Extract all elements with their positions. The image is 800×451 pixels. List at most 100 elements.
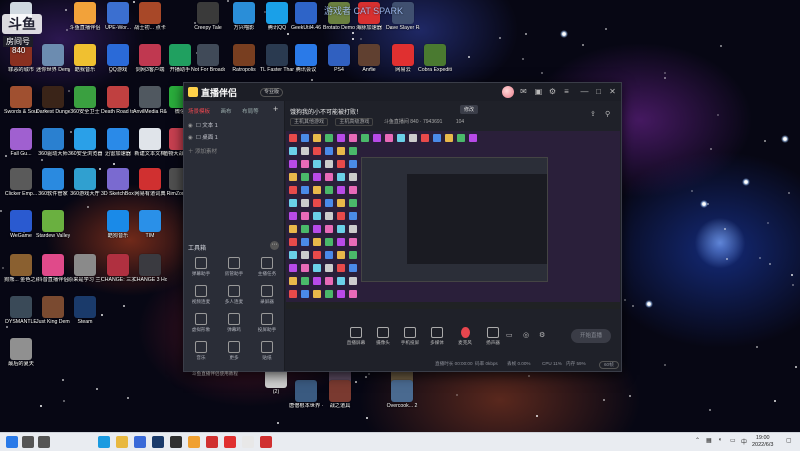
desktop-icon[interactable]: 迷你世界 Demo	[36, 44, 70, 73]
battery-icon[interactable]: ▭	[730, 437, 736, 444]
desktop-icon[interactable]: 战之道具	[323, 380, 357, 409]
tool-button[interactable]: 更多	[219, 341, 249, 361]
task-view-icon[interactable]	[38, 436, 50, 448]
desktop-icon[interactable]: AnvilMedia R&Central	[133, 86, 167, 115]
desktop-icon[interactable]: 酷狗音乐	[101, 210, 135, 239]
control-button[interactable]: 摄像头	[369, 327, 397, 346]
control-button[interactable]: 多媒体	[423, 327, 451, 346]
desktop-icon[interactable]: Steam	[68, 296, 102, 325]
store-icon[interactable]	[134, 436, 146, 448]
tool-button[interactable]: 投屏助手	[252, 313, 282, 333]
tutorial-link[interactable]: 斗鱼直播伴侣使用教程	[192, 371, 238, 377]
edition-badge[interactable]: 专业版	[260, 88, 284, 97]
desktop-icon[interactable]: Overcook... 2	[385, 380, 419, 409]
category-tag[interactable]: 主机高级游戏	[335, 118, 374, 126]
mode-icon[interactable]: ◎	[523, 331, 529, 339]
desktop-icon[interactable]: 360驱动大师	[36, 128, 70, 157]
taskbar-clock[interactable]: 19:00 2022/6/3	[752, 435, 773, 449]
desktop-icon[interactable]: 剑网3客户端	[133, 44, 167, 73]
minimize-icon[interactable]: —	[580, 87, 589, 96]
room-title[interactable]: 饿狗我的小不可能被打败！	[290, 107, 362, 116]
desktop-icon[interactable]: QQ游戏	[101, 44, 135, 73]
category-tag[interactable]: 主机其他游戏	[290, 118, 329, 126]
edit-title-button[interactable]: 修改	[460, 105, 479, 114]
desktop-icon[interactable]: Cobra Expedition	[418, 44, 452, 73]
desktop-icon[interactable]: 360安全卫士	[68, 86, 102, 115]
desktop-icon[interactable]: Darkest Dungeon	[36, 86, 70, 115]
tool-button[interactable]: 主播任务	[252, 257, 282, 277]
desktop-icon[interactable]: 狗熊... 金色之树	[4, 254, 38, 283]
ime-icon[interactable]: 中	[741, 437, 747, 446]
desktop-icon[interactable]: 万兴喵影	[227, 2, 261, 31]
desktop-icon[interactable]: 酷我音乐	[68, 44, 102, 73]
tool-button[interactable]: 弹幕助手	[186, 257, 216, 277]
message-icon[interactable]: ✉	[519, 87, 528, 96]
source-item[interactable]: ◉ ☐ 桌面 1	[188, 133, 218, 141]
desktop-icon[interactable]: 360游戏大厅	[68, 168, 102, 197]
fps-badge[interactable]: 60帧	[599, 361, 619, 369]
tool-button[interactable]: 虚拟形象	[186, 313, 216, 333]
desktop-icon[interactable]: Just King Demo	[36, 296, 70, 325]
edge-icon[interactable]	[98, 436, 110, 448]
desktop-icon[interactable]: CHANGE: 三次元家	[101, 254, 135, 283]
stream-preview[interactable]	[286, 131, 620, 309]
maximize-icon[interactable]: □	[594, 87, 603, 96]
tab-layout[interactable]: 布局等	[242, 109, 259, 115]
toolbox-more-icon[interactable]: ⋯	[270, 241, 279, 250]
douyu-icon[interactable]	[188, 436, 200, 448]
explorer-icon[interactable]	[116, 436, 128, 448]
settings-icon[interactable]: ⚙	[548, 87, 557, 96]
skin-icon[interactable]: ▣	[534, 87, 543, 96]
desktop-icon[interactable]: 360安全浏览器	[68, 128, 102, 157]
config-icon[interactable]: ⚙	[539, 331, 545, 339]
desktop-icon[interactable]: PS4	[322, 44, 356, 73]
eye-icon[interactable]: ◉	[188, 135, 193, 141]
desktop-icon[interactable]: Not For Broadcast	[191, 44, 225, 73]
obs-icon[interactable]	[170, 436, 182, 448]
start-icon[interactable]	[6, 436, 18, 448]
desktop-icon[interactable]: CHANGE 3 Homeless...	[133, 254, 167, 283]
desktop-icon[interactable]: Ratropolis	[227, 44, 261, 73]
desktop-icon[interactable]: 360软件管家	[36, 168, 70, 197]
desktop-icon[interactable]: Swords & Souls Ne...	[4, 86, 38, 115]
notification-icon[interactable]: ▢	[786, 437, 792, 444]
eye-icon[interactable]: ◉	[188, 123, 193, 129]
control-button[interactable]: 直播屏幕	[342, 327, 370, 346]
desktop-icon[interactable]: Clicker Emp...	[4, 168, 38, 197]
wegame-icon[interactable]	[206, 436, 218, 448]
camera-mode-icon[interactable]: ▭	[506, 331, 513, 339]
desktop-icon[interactable]: Creepy Tale	[191, 2, 225, 31]
tool-icon[interactable]	[242, 436, 254, 448]
desktop-icon[interactable]: 新建文本文档	[133, 128, 167, 157]
menu-icon[interactable]: ≡	[562, 87, 571, 96]
tool-button[interactable]: 多人连麦	[219, 285, 249, 305]
desktop-icon[interactable]: Annie	[352, 44, 386, 73]
tool-button[interactable]: 录屏器	[252, 285, 282, 305]
desktop-icon[interactable]: Stardew Valley	[36, 210, 70, 239]
desktop-icon[interactable]: DYSMANTLE	[4, 296, 38, 325]
desktop-icon[interactable]: 3D SketchBox hobbyist	[101, 168, 135, 197]
netease-icon[interactable]	[224, 436, 236, 448]
search-icon[interactable]	[22, 436, 34, 448]
desktop-icon[interactable]: 原来是学习 兰花的学生	[68, 254, 102, 283]
link-icon[interactable]: ⚲	[605, 110, 610, 118]
tab-scene-template[interactable]: 场景模板	[188, 109, 210, 115]
tool-button[interactable]: 弹幕鸡	[219, 313, 249, 333]
steam-icon[interactable]	[152, 436, 164, 448]
desktop-icon[interactable]: 网易有道词典	[133, 168, 167, 197]
avatar[interactable]	[502, 86, 514, 98]
volume-icon[interactable]: ◖	[718, 437, 722, 443]
desktop-icon[interactable]: Fall Gu...	[4, 128, 38, 157]
add-scene-icon[interactable]: +	[273, 104, 278, 114]
share-icon[interactable]: ⇪	[590, 110, 596, 118]
desktop-icon[interactable]: Death Road to Canada	[101, 86, 135, 115]
desktop-icon[interactable]: 迅雷加速器	[101, 128, 135, 157]
tool-button[interactable]: 贴纸	[252, 341, 282, 361]
tab-canvas[interactable]: 画布	[221, 109, 232, 115]
desktop-icon[interactable]: 网易云	[386, 44, 420, 73]
start-live-button[interactable]: 开始直播	[571, 329, 611, 343]
tray-chevron-icon[interactable]: ⌃	[695, 437, 700, 444]
tool-button[interactable]: 音乐	[186, 341, 216, 361]
game-icon[interactable]	[260, 436, 272, 448]
add-source-item[interactable]: ＋ 添加素材	[188, 147, 217, 155]
